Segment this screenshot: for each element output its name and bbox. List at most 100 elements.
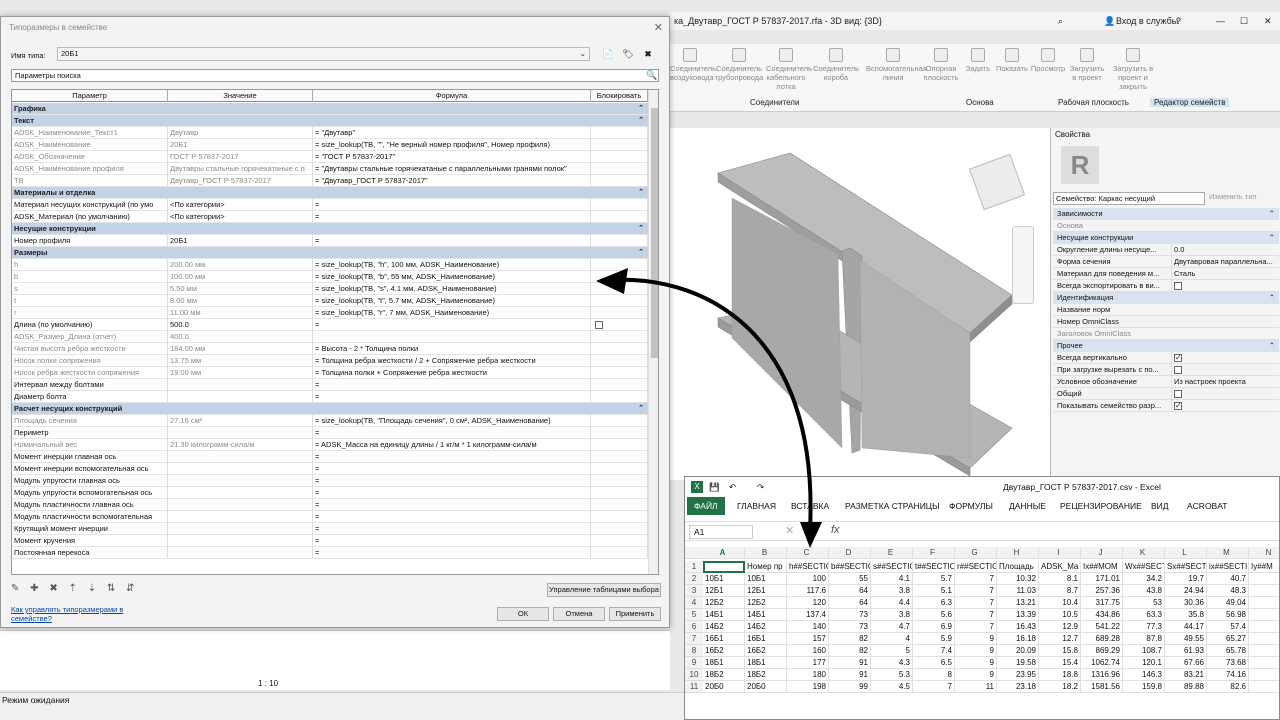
sheet-cell[interactable]: 120.1 (1123, 657, 1165, 669)
sheet-cell[interactable] (1249, 669, 1279, 681)
cancel-edit-icon[interactable]: ✕ (785, 524, 794, 537)
property-row[interactable]: Всегда экспортировать в ви... (1053, 280, 1279, 292)
sheet-cell[interactable]: 15.4 (1039, 657, 1081, 669)
sheet-cell[interactable] (1249, 621, 1279, 633)
parameter-value[interactable] (168, 379, 313, 391)
sheet-cell[interactable]: r##SECTIO (955, 561, 997, 573)
sheet-cell[interactable]: 140 (787, 621, 829, 633)
sheet-cell[interactable]: ix##SECTI (1207, 561, 1249, 573)
column-header[interactable]: C (787, 547, 829, 559)
parameter-row[interactable]: Момент инерции вспомогательная ось = (12, 463, 648, 475)
parameter-value[interactable]: Двутавры стальные горячекатаные с п (168, 163, 313, 175)
sheet-cell[interactable]: 6.3 (913, 597, 955, 609)
parameter-row[interactable]: Модуль упругости главная ось = (12, 475, 648, 487)
parameter-value[interactable]: 13.75 мм (168, 355, 313, 367)
sheet-cell[interactable]: 7 (913, 681, 955, 693)
sheet-cell[interactable]: 11 (955, 681, 997, 693)
parameter-group-header[interactable]: Несущие конструкции ⌃ (12, 223, 648, 235)
sheet-cell[interactable]: 16.18 (997, 633, 1039, 645)
parameter-group-header[interactable]: Расчет несущих конструкций ⌃ (12, 403, 648, 415)
parameter-formula[interactable]: = size_lookup(ТВ, "r", 7 мм, ADSK_Наимен… (313, 307, 591, 319)
property-value[interactable] (1171, 364, 1279, 376)
property-row[interactable]: Условное обозначение Из настроек проекта (1053, 376, 1279, 388)
lock-cell[interactable] (591, 199, 648, 211)
sheet-cell[interactable] (1249, 657, 1279, 669)
lock-cell[interactable] (591, 295, 648, 307)
parameter-value[interactable]: 8.00 мм (168, 295, 313, 307)
collapse-icon[interactable]: ⌃ (1269, 232, 1275, 244)
column-header[interactable]: K (1123, 547, 1165, 559)
property-value[interactable] (1171, 280, 1279, 292)
row-number[interactable]: 1 (685, 561, 703, 573)
sheet-cell[interactable]: 4.1 (871, 573, 913, 585)
ribbon-item[interactable]: Загрузить в проект (1068, 48, 1106, 92)
sheet-cell[interactable]: 10Б1 (745, 573, 787, 585)
property-value[interactable]: Из настроек проекта (1171, 376, 1279, 388)
parameter-group-header[interactable]: Размеры ⌃ (12, 247, 648, 259)
lock-cell[interactable] (591, 271, 648, 283)
lock-cell[interactable] (591, 331, 648, 343)
parameter-row[interactable]: Носок ребра жесткости сопряжения 19.00 мм… (12, 367, 648, 379)
lock-cell[interactable] (591, 379, 648, 391)
sheet-cell[interactable]: 65.27 (1207, 633, 1249, 645)
parameter-value[interactable]: 20Б1 (168, 139, 313, 151)
sheet-cell[interactable]: 73 (829, 621, 871, 633)
lock-cell[interactable] (591, 463, 648, 475)
parameter-value[interactable]: 27.16 см² (168, 415, 313, 427)
sheet-cell[interactable]: 3.8 (871, 585, 913, 597)
sheet-cell[interactable]: 7 (955, 621, 997, 633)
sheet-cell[interactable]: 1062.74 (1081, 657, 1123, 669)
parameter-formula[interactable]: = (313, 487, 591, 499)
lock-cell[interactable] (591, 235, 648, 247)
sheet-cell[interactable]: 48.3 (1207, 585, 1249, 597)
sheet-cell[interactable]: 18.2 (1039, 681, 1081, 693)
sheet-cell[interactable]: 82 (829, 633, 871, 645)
row-number[interactable]: 9 (685, 657, 703, 669)
sheet-cell[interactable]: 5 (871, 645, 913, 657)
collapse-icon[interactable]: ⌃ (638, 115, 644, 126)
parameter-formula[interactable]: = (313, 391, 591, 403)
parameter-formula[interactable]: = ADSK_Масса на единицу длины / 1 кг/м *… (313, 439, 591, 451)
signin-link[interactable]: Вход в службы (1116, 12, 1178, 30)
nav-bar[interactable] (1012, 226, 1034, 304)
redo-icon[interactable]: ↷ (757, 477, 764, 497)
lock-cell[interactable] (591, 523, 648, 535)
sheet-cell[interactable] (703, 561, 745, 573)
type-name-select[interactable]: 20Б1 ⌄ (57, 47, 590, 61)
lock-cell[interactable] (591, 415, 648, 427)
parameter-formula[interactable]: = (313, 547, 591, 559)
sheet-cell[interactable] (1249, 681, 1279, 693)
col-header-value[interactable]: Значение (168, 90, 313, 102)
move-down-icon[interactable]: ⇣ (88, 583, 96, 594)
sheet-cell[interactable]: Номер пр (745, 561, 787, 573)
lock-cell[interactable] (591, 451, 648, 463)
parameter-formula[interactable]: = "Двутавр" (313, 127, 591, 139)
lock-cell[interactable] (591, 547, 648, 559)
property-group[interactable]: Прочее ⌃ (1053, 340, 1279, 352)
sheet-cell[interactable]: 4 (871, 633, 913, 645)
sheet-cell[interactable]: 6.5 (913, 657, 955, 669)
sheet-cell[interactable]: 91 (829, 657, 871, 669)
parameter-row[interactable]: ADSK_Наименование профиля Двутавры стальн… (12, 163, 648, 175)
edit-parameter-icon[interactable]: ✎ (11, 583, 19, 594)
parameter-formula[interactable]: = Толщина полки + Сопряжение ребра жестк… (313, 367, 591, 379)
sheet-cell[interactable]: 83.21 (1165, 669, 1207, 681)
lock-cell[interactable] (591, 163, 648, 175)
col-header-parameter[interactable]: Параметр (12, 90, 168, 102)
sheet-cell[interactable]: 16Б2 (745, 645, 787, 657)
sheet-cell[interactable]: 10Б1 (703, 573, 745, 585)
parameter-row[interactable]: Носок полки сопряжения 13.75 мм = Толщина … (12, 355, 648, 367)
vertical-scrollbar[interactable] (648, 90, 658, 574)
sheet-cell[interactable]: 18.8 (1039, 669, 1081, 681)
lock-cell[interactable] (591, 367, 648, 379)
sheet-cell[interactable]: 689.28 (1081, 633, 1123, 645)
sheet-cell[interactable]: 11.03 (997, 585, 1039, 597)
sheet-cell[interactable]: 55 (829, 573, 871, 585)
ribbon-item[interactable]: Задать (964, 48, 992, 92)
sheet-cell[interactable]: 35.8 (1165, 609, 1207, 621)
name-box[interactable]: A1 (689, 525, 753, 539)
sheet-cell[interactable]: 18Б1 (745, 657, 787, 669)
lock-cell[interactable] (591, 175, 648, 187)
property-row[interactable]: Показывать семейство разр... (1053, 400, 1279, 412)
sheet-cell[interactable]: 23.95 (997, 669, 1039, 681)
